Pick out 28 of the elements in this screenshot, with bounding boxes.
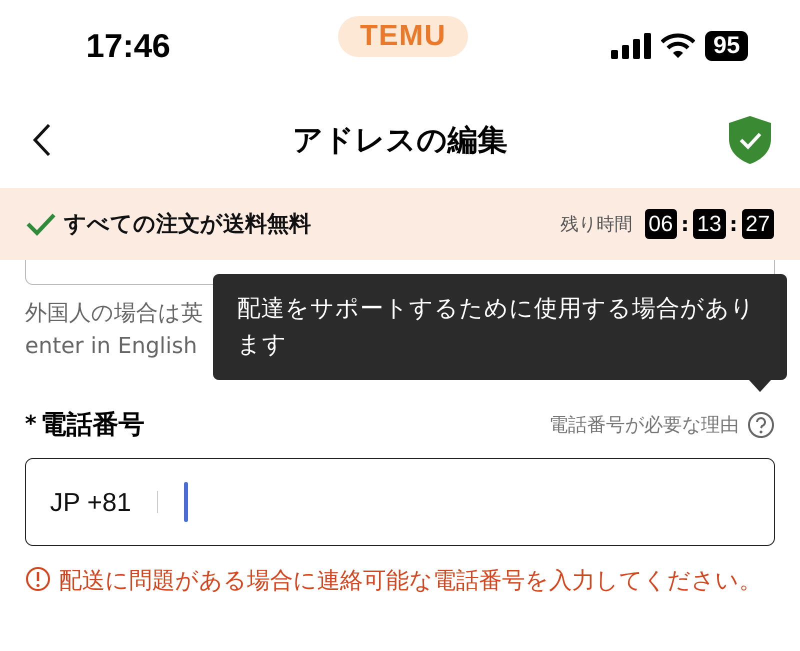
help-link[interactable]: 電話番号が必要な理由 xyxy=(549,412,739,438)
shield-check-icon[interactable] xyxy=(728,115,772,165)
countdown-digits: 06 xyxy=(644,209,678,239)
app-badge: TEMU xyxy=(338,16,468,57)
battery-indicator: 95 xyxy=(705,31,748,61)
country-code[interactable]: JP +81 xyxy=(50,486,132,518)
status-time: 17:46 xyxy=(86,27,170,65)
timer-label: 残り時間 xyxy=(560,213,633,236)
countdown-digits: 27 xyxy=(742,209,774,239)
field-label: 電話番号 xyxy=(40,409,145,442)
checkmark-icon xyxy=(26,212,56,236)
error-message: 配送に問題がある場合に連絡可能な電話番号を入力してください。 xyxy=(59,567,762,596)
free-shipping-text: すべての注文が送料無料 xyxy=(64,211,311,239)
timer-separator: : xyxy=(681,212,690,236)
wifi-icon xyxy=(661,33,696,59)
timer-separator: : xyxy=(730,212,738,236)
page-title: アドレスの編集 xyxy=(292,122,508,160)
signal-icon xyxy=(611,33,652,59)
hint-text: enter in English xyxy=(25,333,198,361)
countdown-digits: 13 xyxy=(693,209,726,239)
help-icon[interactable] xyxy=(747,410,775,438)
phone-input-field[interactable]: JP +81 xyxy=(25,458,775,546)
tooltip-arrow-icon xyxy=(749,380,771,392)
error-icon xyxy=(25,566,51,592)
required-mark: * xyxy=(25,412,37,437)
text-cursor xyxy=(184,482,188,522)
back-icon[interactable] xyxy=(32,123,52,157)
hint-text: 外国人の場合は英 xyxy=(25,300,203,328)
